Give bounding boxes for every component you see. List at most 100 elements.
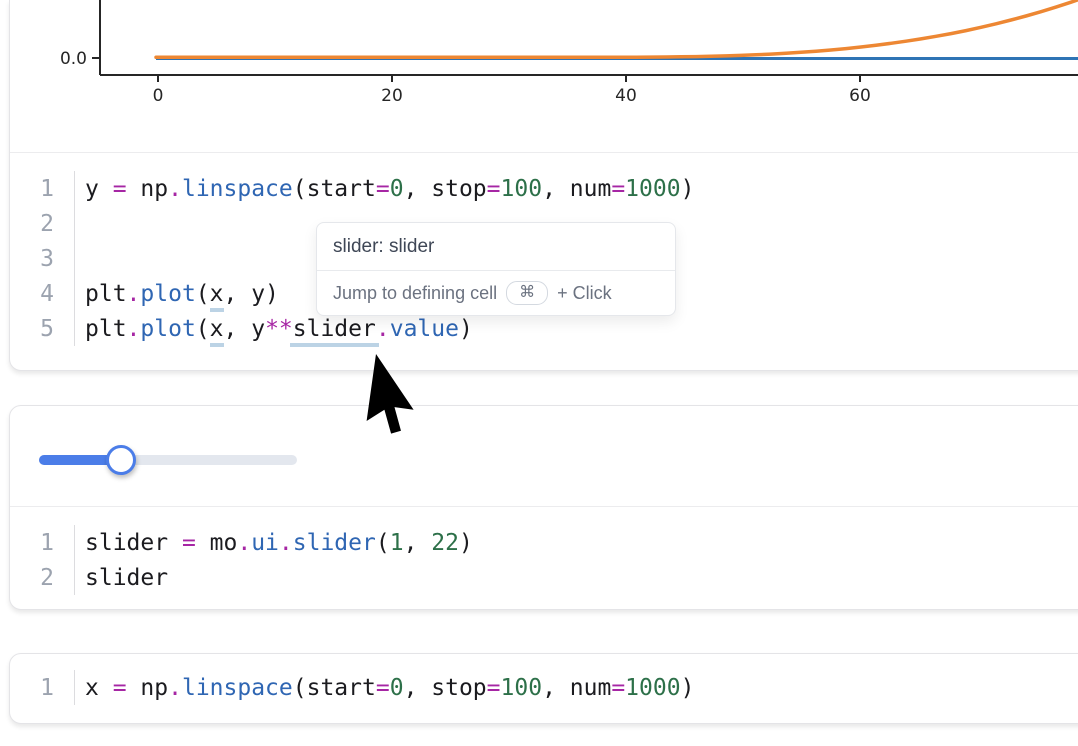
code-token: (: [196, 316, 210, 342]
code-token: .: [168, 675, 182, 701]
line-number: 1: [10, 171, 75, 206]
code-editor-slider[interactable]: 1slider = mo.ui.slider(1, 22)2slider: [10, 507, 1078, 601]
code-text[interactable]: plt.plot(x, y**slider.value): [75, 316, 473, 342]
tooltip-hint-text: Jump to defining cell: [333, 283, 497, 304]
tooltip-hint-row: Jump to defining cell ⌘ + Click: [317, 270, 675, 315]
code-token: mo: [196, 530, 238, 556]
code-token: ): [459, 530, 473, 556]
command-key-icon: ⌘: [506, 281, 548, 305]
code-token: ): [681, 176, 695, 202]
code-line[interactable]: 2 slider: [10, 560, 1078, 595]
slider-output: [10, 406, 1078, 506]
code-token: =: [376, 176, 390, 202]
code-token: slider: [293, 530, 376, 556]
slider-handle[interactable]: [106, 445, 136, 475]
line-number: 1: [10, 525, 75, 560]
code-token: 1: [390, 530, 404, 556]
code-token: plot: [140, 281, 195, 307]
code-text[interactable]: slider: [75, 565, 168, 591]
code-token: 0: [390, 675, 404, 701]
code-token: 1000: [625, 675, 680, 701]
code-token: =: [113, 176, 127, 202]
code-token: linspace: [182, 675, 293, 701]
code-token: =: [376, 675, 390, 701]
code-text[interactable]: plt.plot(x, y): [75, 281, 279, 307]
svg-text:40: 40: [615, 86, 637, 106]
code-text[interactable]: x = np.linspace(start=0, stop=100, num=1…: [75, 675, 694, 701]
tooltip-title: slider: slider: [317, 223, 675, 270]
svg-text:0: 0: [153, 86, 164, 106]
code-token: =: [487, 675, 501, 701]
code-token: 22: [431, 530, 459, 556]
code-token: .: [168, 176, 182, 202]
line-number: 5: [10, 311, 75, 346]
code-line[interactable]: 1x = np.linspace(start=0, stop=100, num=…: [10, 670, 1078, 705]
code-token: =: [611, 176, 625, 202]
code-token: =: [113, 675, 127, 701]
code-line[interactable]: 1slider = mo.ui.slider(1, 22): [10, 525, 1078, 560]
svg-text:60: 60: [849, 86, 871, 106]
notebook-page: 0.00204060 1y = np.linspace(start=0, sto…: [0, 0, 1078, 746]
code-token: .: [237, 530, 251, 556]
code-token: plt: [85, 281, 127, 307]
code-token: y: [85, 176, 113, 202]
variable-tooltip: slider: slider Jump to defining cell ⌘ +…: [316, 222, 676, 316]
code-token: , stop: [404, 176, 487, 202]
line-number: 2: [10, 206, 75, 241]
code-token: ui: [251, 530, 279, 556]
code-token: value: [390, 316, 459, 342]
cell-slider: 1slider = mo.ui.slider(1, 22)2slider: [9, 405, 1078, 610]
code-token: slider: [85, 565, 168, 591]
slider-track[interactable]: [39, 455, 297, 465]
code-token: (: [376, 530, 390, 556]
code-token: .: [279, 530, 293, 556]
code-token: plt: [85, 316, 127, 342]
svg-text:0.0: 0.0: [60, 49, 87, 69]
mouse-cursor-icon: [346, 352, 426, 447]
code-token: 1000: [625, 176, 680, 202]
code-token: (: [196, 281, 210, 307]
code-text[interactable]: slider = mo.ui.slider(1, 22): [75, 530, 473, 556]
line-number: 4: [10, 276, 75, 311]
code-token: , y): [224, 281, 279, 307]
code-token: .: [376, 316, 390, 342]
variable-reference[interactable]: x: [210, 281, 224, 312]
line-number: 3: [10, 241, 75, 276]
code-token: (start: [293, 176, 376, 202]
chart-svg: 0.0 0 20 40 60: [10, 0, 1078, 152]
code-line[interactable]: 1y = np.linspace(start=0, stop=100, num=…: [10, 171, 1078, 206]
code-token: , y: [224, 316, 266, 342]
code-token: 0: [390, 176, 404, 202]
code-token: x: [85, 675, 113, 701]
code-token: =: [611, 675, 625, 701]
code-token: **: [265, 316, 293, 342]
code-token: 100: [501, 675, 543, 701]
code-token: (start: [293, 675, 376, 701]
code-line[interactable]: 5plt.plot(x, y**slider.value): [10, 311, 1078, 346]
variable-reference[interactable]: x: [210, 316, 224, 347]
code-token: 100: [501, 176, 543, 202]
code-token: ): [459, 316, 473, 342]
code-token: , num: [542, 176, 611, 202]
tooltip-click-text: + Click: [557, 283, 612, 304]
code-token: =: [487, 176, 501, 202]
code-token: .: [127, 316, 141, 342]
code-token: , stop: [404, 675, 487, 701]
code-token: ,: [404, 530, 432, 556]
variable-reference[interactable]: slider: [290, 316, 379, 347]
code-token: slider: [85, 530, 182, 556]
code-token: .: [127, 281, 141, 307]
code-token: plot: [140, 316, 195, 342]
code-token: ): [681, 675, 695, 701]
code-token: , num: [542, 675, 611, 701]
code-token: np: [127, 675, 169, 701]
code-token: =: [182, 530, 196, 556]
code-token: linspace: [182, 176, 293, 202]
svg-text:20: 20: [381, 86, 403, 106]
cell-x: 1x = np.linspace(start=0, stop=100, num=…: [9, 653, 1078, 724]
matplotlib-chart: 0.0 0 20 40 60: [10, 0, 1078, 152]
line-number: 2: [10, 560, 75, 595]
code-text[interactable]: y = np.linspace(start=0, stop=100, num=1…: [75, 176, 694, 202]
code-editor-x[interactable]: 1x = np.linspace(start=0, stop=100, num=…: [10, 654, 1078, 711]
code-token: np: [127, 176, 169, 202]
